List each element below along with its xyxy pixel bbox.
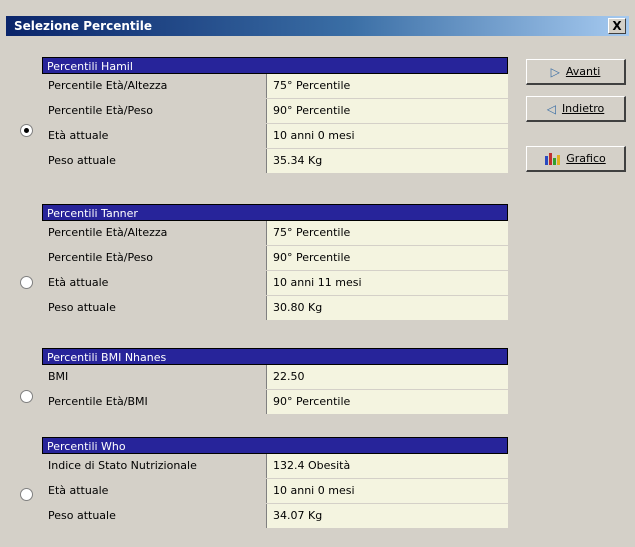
row-label: Percentile Età/Peso (42, 99, 266, 123)
row-value: 75° Percentile (266, 74, 508, 98)
table-row: Peso attuale 30.80 Kg (42, 296, 508, 321)
row-value: 22.50 (266, 365, 508, 389)
next-button-label: Avanti (565, 65, 601, 78)
group-percentili-hamil: Percentili Hamil Percentile Età/Altezza 7… (42, 57, 508, 174)
table-row: Percentile Età/Altezza 75° Percentile (42, 74, 508, 99)
group-title: Percentili Hamil (42, 57, 508, 74)
radio-percentili-bmi[interactable] (20, 390, 33, 403)
row-value: 75° Percentile (266, 221, 508, 245)
row-value: 35.34 Kg (266, 149, 508, 173)
group-percentili-who: Percentili Who Indice di Stato Nutrizion… (42, 437, 508, 529)
row-value: 10 anni 11 mesi (266, 271, 508, 295)
next-button[interactable]: ▷ Avanti (526, 59, 626, 85)
window-titlebar[interactable]: Selezione Percentile X (6, 16, 629, 36)
group-title: Percentili Who (42, 437, 508, 454)
table-row: Peso attuale 34.07 Kg (42, 504, 508, 529)
table-row: Percentile Età/Peso 90° Percentile (42, 246, 508, 271)
row-label: Percentile Età/Altezza (42, 74, 266, 98)
row-value: 30.80 Kg (266, 296, 508, 320)
table-row: Età attuale 10 anni 0 mesi (42, 479, 508, 504)
row-label: Peso attuale (42, 296, 266, 320)
chart-button[interactable]: Grafico (526, 146, 626, 172)
row-value: 132.4 Obesità (266, 454, 508, 478)
back-button-label: Indietro (561, 102, 605, 115)
row-label: BMI (42, 365, 266, 389)
group-title: Percentili Tanner (42, 204, 508, 221)
table-row: BMI 22.50 (42, 365, 508, 390)
row-value: 10 anni 0 mesi (266, 124, 508, 148)
group-percentili-tanner: Percentili Tanner Percentile Età/Altezza… (42, 204, 508, 321)
table-row: Peso attuale 35.34 Kg (42, 149, 508, 174)
table-row: Età attuale 10 anni 11 mesi (42, 271, 508, 296)
radio-percentili-tanner[interactable] (20, 276, 33, 289)
radio-percentili-hamil[interactable] (20, 124, 33, 137)
radio-selected-dot (24, 128, 29, 133)
row-label: Età attuale (42, 271, 266, 295)
table-row: Indice di Stato Nutrizionale 132.4 Obesit… (42, 454, 508, 479)
row-label: Percentile Età/BMI (42, 390, 266, 414)
row-label: Percentile Età/Altezza (42, 221, 266, 245)
back-button[interactable]: ◁ Indietro (526, 96, 626, 122)
group-title: Percentili BMI Nhanes (42, 348, 508, 365)
chart-button-label: Grafico (566, 152, 606, 165)
row-value: 90° Percentile (266, 246, 508, 270)
row-label: Età attuale (42, 124, 266, 148)
close-button[interactable]: X (608, 18, 626, 34)
group-percentili-bmi: Percentili BMI Nhanes BMI 22.50 Percentil… (42, 348, 508, 415)
row-label: Peso attuale (42, 149, 266, 173)
row-value: 34.07 Kg (266, 504, 508, 528)
table-row: Percentile Età/Altezza 75° Percentile (42, 221, 508, 246)
close-icon: X (612, 19, 622, 33)
row-value: 10 anni 0 mesi (266, 479, 508, 503)
bar-chart-icon (545, 152, 561, 165)
table-row: Percentile Età/Peso 90° Percentile (42, 99, 508, 124)
row-value: 90° Percentile (266, 99, 508, 123)
table-row: Percentile Età/BMI 90° Percentile (42, 390, 508, 415)
row-label: Età attuale (42, 479, 266, 503)
row-label: Peso attuale (42, 504, 266, 528)
arrow-right-icon: ▷ (550, 64, 560, 79)
row-value: 90° Percentile (266, 390, 508, 414)
window-title: Selezione Percentile (14, 19, 152, 33)
row-label: Indice di Stato Nutrizionale (42, 454, 266, 478)
row-label: Percentile Età/Peso (42, 246, 266, 270)
table-row: Età attuale 10 anni 0 mesi (42, 124, 508, 149)
radio-percentili-who[interactable] (20, 488, 33, 501)
arrow-left-icon: ◁ (546, 101, 556, 116)
